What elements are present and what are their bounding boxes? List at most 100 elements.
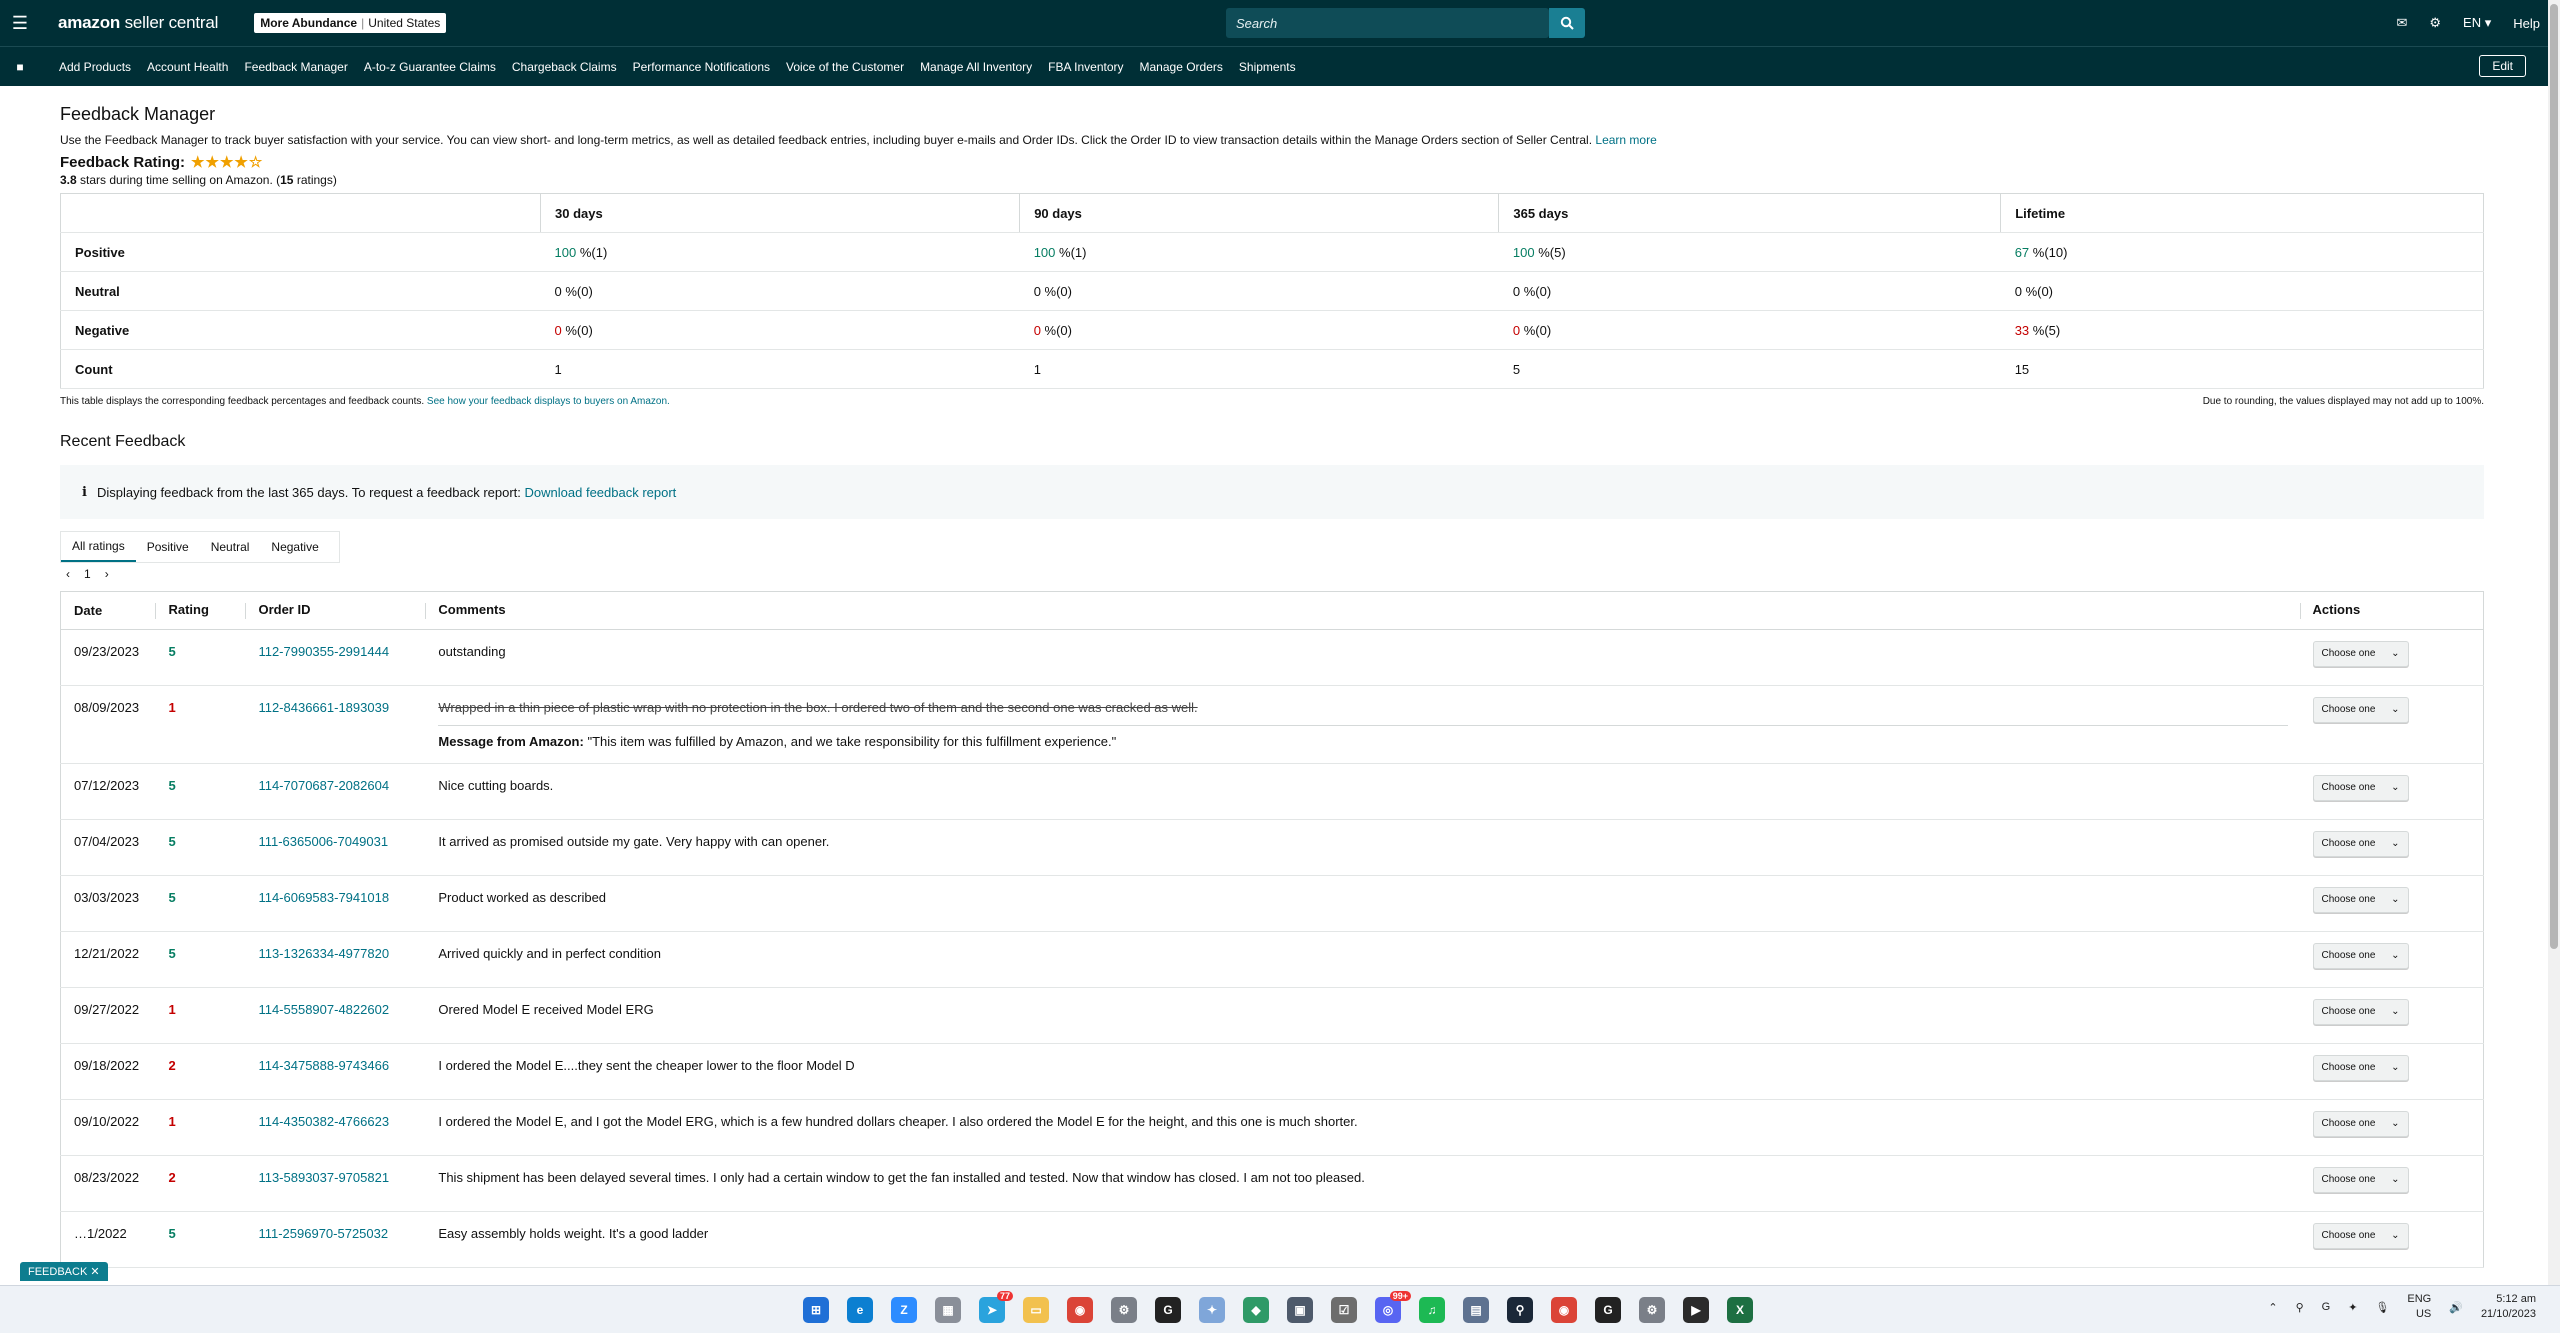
feedback-display-link[interactable]: See how your feedback displays to buyers… [427,396,670,407]
feedback-comment-cell: It arrived as promised outside my gate. … [425,819,2300,876]
store-name: More Abundance [260,16,358,30]
nav-link-chargeback-claims[interactable]: Chargeback Claims [512,60,617,74]
search-input[interactable] [1226,15,1549,31]
learn-more-link[interactable]: Learn more [1595,133,1656,147]
language-indicator[interactable]: ENG US [2407,1292,2431,1322]
settings-gear-icon[interactable]: ⚙ [2429,15,2441,31]
actions-dropdown[interactable]: Choose one ⌄ [2312,998,2409,1025]
tray-chevron-icon[interactable]: ⌃ [2268,1301,2277,1314]
chrome-active-icon[interactable]: ◉ [1551,1297,1577,1323]
chrome-icon[interactable]: ◉ [1067,1297,1093,1323]
calculator-icon[interactable]: ▦ [935,1297,961,1323]
nav-link-account-health[interactable]: Account Health [147,60,228,74]
nav-link-fba-inventory[interactable]: FBA Inventory [1048,60,1123,74]
app-g2-icon[interactable]: G [1595,1297,1621,1323]
clock[interactable]: 5:12 am 21/10/2023 [2481,1292,2536,1322]
edit-nav-button[interactable]: Edit [2479,55,2526,77]
nav-link-manage-all-inventory[interactable]: Manage All Inventory [920,60,1032,74]
network-volume-icon[interactable]: 🔊 [2449,1301,2463,1314]
help-link[interactable]: Help [2513,16,2540,31]
telegram-icon[interactable]: ➤ 77 [979,1291,1013,1323]
nav-link-a-to-z-guarantee-claims[interactable]: A-to-z Guarantee Claims [364,60,496,74]
nav-link-add-products[interactable]: Add Products [59,60,131,74]
feedback-row: 03/03/2023 5 114-6069583-7941018 Product wo… [60,875,2484,932]
app-box-icon[interactable]: ▣ [1287,1297,1313,1323]
order-id-link[interactable]: 111-6365006-7049031 [258,834,388,849]
page-scrollbar[interactable] [2548,0,2560,1285]
settings-app2-icon[interactable]: ⚙ [1639,1297,1665,1323]
app-g-icon[interactable]: G [1155,1297,1181,1323]
column-header-rating: Rating [155,591,246,630]
zoom-icon[interactable]: Z [891,1297,917,1323]
actions-dropdown[interactable]: Choose one ⌄ [2312,696,2409,723]
pagination: ‹ 1 › [66,567,2484,581]
prev-page-icon[interactable]: ‹ [66,567,70,581]
order-id-link[interactable]: 111-2596970-5725032 [258,1226,388,1241]
actions-dropdown[interactable]: Choose one ⌄ [2312,830,2409,857]
nav-link-manage-orders[interactable]: Manage Orders [1140,60,1223,74]
feedback-row: 12/21/2022 5 113-1326334-4977820 Arrived qu… [60,931,2484,988]
bookmark-icon[interactable]: ■ [0,60,40,74]
actions-dropdown[interactable]: Choose one ⌄ [2312,774,2409,801]
tray-steam-icon[interactable]: ⚲ [2296,1301,2304,1314]
language-selector[interactable]: EN ▾ [2463,15,2491,31]
steam-icon[interactable]: ⚲ [1507,1297,1533,1323]
nvidia-icon[interactable]: ▶ [1683,1297,1709,1323]
store-switcher[interactable]: More Abundance | United States [254,13,447,33]
nav-link-performance-notifications[interactable]: Performance Notifications [633,60,770,74]
chevron-down-icon: ⌄ [2391,782,2400,793]
discord-icon[interactable]: ◎ 99+ [1375,1291,1411,1323]
app-green-icon[interactable]: ◆ [1243,1297,1269,1323]
feedback-comment-cell: Nice cutting boards. [425,763,2300,820]
start-icon[interactable]: ⊞ [803,1297,829,1323]
actions-dropdown[interactable]: Choose one ⌄ [2312,1054,2409,1081]
actions-dropdown[interactable]: Choose one ⌄ [2312,640,2409,667]
order-id-link[interactable]: 114-3475888-9743466 [258,1058,389,1073]
next-page-icon[interactable]: › [105,567,109,581]
tray-app-icon[interactable]: ✦ [2348,1301,2357,1314]
app-window-icon[interactable]: ▤ [1463,1297,1489,1323]
menu-icon[interactable]: ☰ [0,0,40,46]
search-button[interactable] [1549,8,1585,38]
tab-all-ratings[interactable]: All ratings [61,532,136,562]
page-number[interactable]: 1 [84,567,91,581]
edge-icon[interactable]: e [847,1297,873,1323]
settings-app-icon[interactable]: ⚙ [1111,1297,1137,1323]
microphone-icon[interactable]: 🎙 [2375,1301,2389,1314]
summary-cell: 0 %(0) [1019,310,1499,350]
app-star-icon[interactable]: ✦ [1199,1297,1225,1323]
order-id-link[interactable]: 114-4350382-4766623 [258,1114,389,1129]
actions-dropdown[interactable]: Choose one ⌄ [2312,886,2409,913]
nav-bar: ■ Add Products Account Health Feedback Man… [0,46,2548,86]
mail-icon[interactable]: ✉ [2396,15,2407,31]
download-report-link[interactable]: Download feedback report [525,485,677,500]
nav-link-feedback-manager[interactable]: Feedback Manager [244,60,347,74]
app-check-icon[interactable]: ☑ [1331,1297,1357,1323]
order-id-link[interactable]: 114-7070687-2082604 [258,778,389,793]
tab-neutral[interactable]: Neutral [200,532,261,562]
tab-positive[interactable]: Positive [136,532,200,562]
actions-dropdown[interactable]: Choose one ⌄ [2312,942,2409,969]
spotify-icon[interactable]: ♫ [1419,1297,1445,1323]
scrollbar-thumb[interactable] [2550,4,2558,949]
order-id-link[interactable]: 114-5558907-4822602 [258,1002,389,1017]
order-id-link[interactable]: 113-1326334-4977820 [258,946,389,961]
order-id-link[interactable]: 114-6069583-7941018 [258,890,389,905]
feedback-widget-button[interactable]: FEEDBACK ✕ [20,1262,108,1281]
tray-g-icon[interactable]: G [2322,1301,2331,1313]
excel-icon[interactable]: X [1727,1297,1753,1323]
order-id-link[interactable]: 113-5893037-9705821 [258,1170,389,1185]
nav-link-voice-of-the-customer[interactable]: Voice of the Customer [786,60,904,74]
actions-dropdown[interactable]: Choose one ⌄ [2312,1110,2409,1137]
summary-column-header: Lifetime [2000,193,2484,233]
nav-link-shipments[interactable]: Shipments [1239,60,1296,74]
actions-dropdown[interactable]: Choose one ⌄ [2312,1222,2409,1249]
tab-negative[interactable]: Negative [260,532,329,562]
file-explorer-icon[interactable]: ▭ [1023,1297,1049,1323]
seller-central-logo[interactable]: amazon seller central [58,13,218,33]
actions-dropdown[interactable]: Choose one ⌄ [2312,1166,2409,1193]
order-id-link[interactable]: 112-7990355-2991444 [258,644,389,659]
summary-row-label: Positive [60,232,541,272]
nav-links: Add Products Account Health Feedback Manag… [59,60,1312,74]
order-id-link[interactable]: 112-8436661-1893039 [258,700,389,715]
